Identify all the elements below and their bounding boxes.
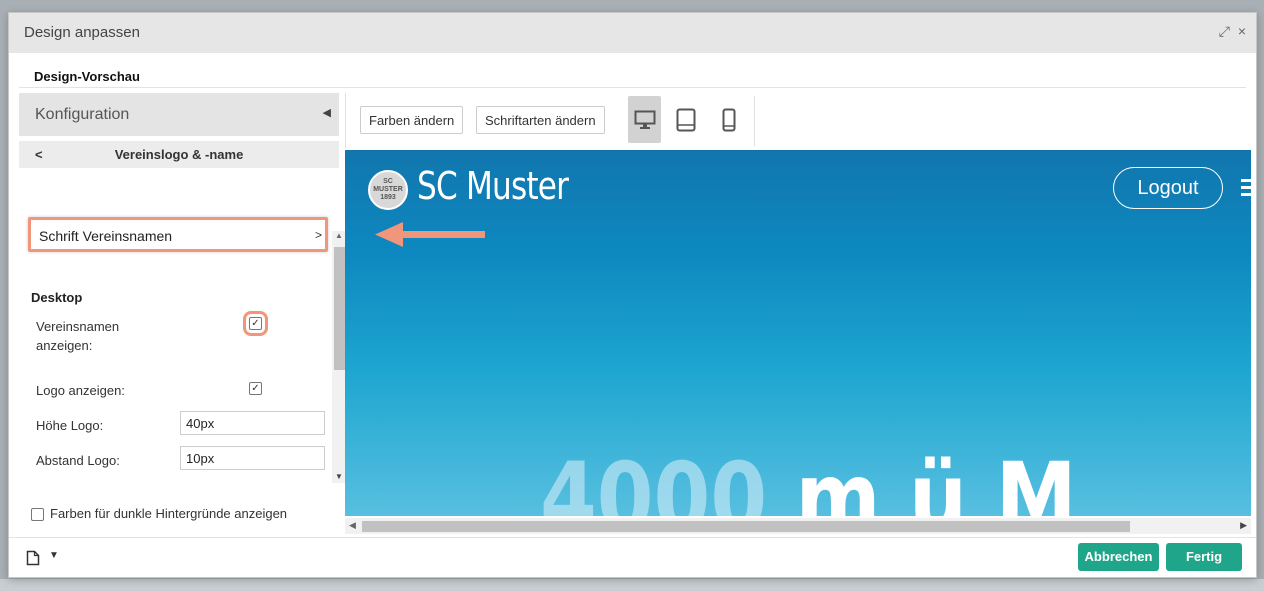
design-dialog: Design anpassen ⤢ × Design-Vorschau Konf…: [8, 12, 1257, 578]
preview-toolbar: Farben ändern Schriftarten ändern: [345, 93, 1254, 148]
config-scrollbar[interactable]: ▲ ▼: [332, 231, 346, 483]
annotation-arrow-icon: [375, 222, 485, 247]
dialog-title: Design anpassen: [24, 24, 140, 41]
scroll-up-icon[interactable]: ▲: [335, 231, 343, 240]
document-menu-caret-icon[interactable]: ▼: [49, 550, 59, 561]
show-logo-label: Logo anzeigen:: [36, 383, 125, 398]
document-icon[interactable]: [26, 550, 40, 569]
scroll-down-icon[interactable]: ▼: [335, 472, 343, 481]
show-club-name-label: Vereinsnamen anzeigen:: [36, 319, 120, 353]
expand-icon[interactable]: ⤢: [1219, 23, 1230, 40]
dark-colors-label: Farben für dunkle Hintergründe anzeigen: [50, 506, 288, 521]
section-divider: [19, 87, 1246, 88]
club-name-font-row[interactable]: Schrift Vereinsnamen >: [28, 217, 328, 252]
hamburger-menu-icon[interactable]: [1241, 179, 1251, 197]
logo-height-label: Höhe Logo:: [36, 418, 104, 433]
logout-button[interactable]: Logout: [1113, 167, 1223, 209]
chevron-right-icon: >: [314, 228, 322, 242]
footer-divider: [9, 537, 1256, 538]
config-subheader-label: Vereinslogo & -name: [114, 147, 244, 162]
tablet-view-icon[interactable]: [669, 96, 702, 143]
preview-hscrollbar[interactable]: ◀ ▶: [345, 518, 1251, 534]
close-icon[interactable]: ×: [1238, 23, 1246, 39]
config-subheader: < Vereinslogo & -name: [19, 141, 339, 168]
change-colors-button[interactable]: Farben ändern: [360, 106, 464, 134]
preview-hscrollbar-thumb[interactable]: [362, 521, 1130, 532]
config-panel: Konfiguration ◀ < Vereinslogo & -name Sc…: [19, 93, 346, 533]
cancel-button[interactable]: Abbrechen: [1078, 543, 1159, 571]
logo-spacing-input[interactable]: [180, 446, 325, 470]
scroll-right-icon[interactable]: ▶: [1240, 520, 1247, 531]
backdrop: [0, 579, 1264, 591]
config-scrollbar-thumb[interactable]: [334, 247, 345, 370]
hero-text-number: 4000: [540, 442, 768, 516]
logo-spacing-label: Abstand Logo:: [36, 453, 120, 468]
site-preview: SC MUSTER 1893 SC Muster Logout 4000 m ü…: [345, 150, 1251, 516]
collapse-arrow-icon[interactable]: ◀: [323, 106, 331, 119]
show-logo-checkbox[interactable]: ✓: [249, 382, 262, 395]
dark-colors-row[interactable]: Farben für dunkle Hintergründe anzeigen: [31, 506, 288, 522]
dialog-titlebar: Design anpassen ⤢ ×: [9, 13, 1256, 53]
dark-colors-checkbox[interactable]: [31, 508, 44, 522]
logo-height-input[interactable]: [180, 411, 325, 435]
club-logo: SC MUSTER 1893: [368, 170, 408, 210]
hero-text: 4000 m ü M: [540, 442, 1077, 516]
config-scroll-area: Schrift Vereinsnamen > Desktop Vereinsna…: [19, 213, 339, 475]
config-header[interactable]: Konfiguration ◀: [19, 93, 339, 136]
club-logo-text: SC MUSTER 1893: [373, 178, 403, 201]
change-fonts-button[interactable]: Schriftarten ändern: [476, 106, 605, 134]
config-header-label: Konfiguration: [35, 106, 130, 123]
done-button[interactable]: Fertig: [1166, 543, 1242, 571]
preview-panel: Farben ändern Schriftarten ändern SC MUS…: [345, 93, 1254, 537]
scroll-left-icon[interactable]: ◀: [349, 520, 356, 531]
show-club-name-checkbox[interactable]: ✓: [243, 311, 268, 336]
desktop-heading: Desktop: [31, 290, 83, 305]
hero-text-unit: m ü M: [795, 442, 1077, 516]
club-name: SC Muster: [417, 164, 569, 208]
desktop-view-icon[interactable]: [628, 96, 661, 143]
club-name-font-label: Schrift Vereinsnamen: [39, 228, 173, 244]
mobile-view-icon[interactable]: [712, 96, 745, 143]
toolbar-divider: [754, 96, 755, 146]
section-heading: Design-Vorschau: [34, 69, 140, 84]
